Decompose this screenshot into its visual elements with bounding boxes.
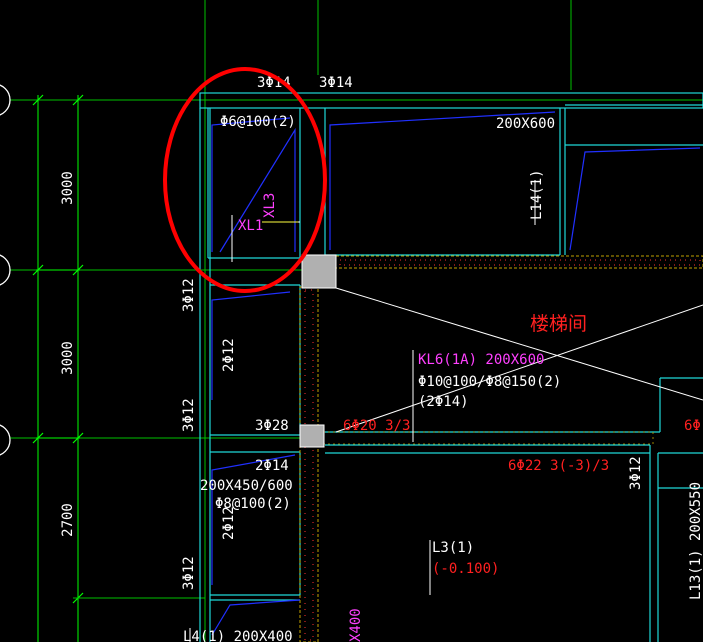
label-beam-size-left: 200X450/600 [200, 478, 293, 494]
column [301, 254, 337, 289]
cad-drawing: 3000 3000 2700 3Φ14 3Φ14 Φ6@100(2) XL1 X… [0, 0, 703, 642]
label-stair-room: 楼梯间 [530, 313, 587, 335]
axis-bubble [0, 254, 11, 286]
label-xl3: XL3 [262, 193, 278, 218]
slab-edge-dashed [299, 255, 703, 642]
label-kl6-top: (2Φ14) [418, 394, 469, 410]
label-kl6-stirrup: Φ10@100/Φ8@150(2) [418, 374, 561, 390]
dimension-text-1: 3000 [60, 171, 76, 205]
label-l14: L14(1) [529, 169, 545, 220]
axis-bubble [0, 424, 11, 456]
label-mid-rebar-lower: 2Φ12 [221, 506, 237, 540]
label-kl6: KL6(1A) 200X600 [418, 352, 544, 368]
label-left-rebar-upper: 3Φ12 [181, 278, 197, 312]
label-left-rebar-lower: 3Φ12 [181, 556, 197, 590]
label-6c20: 6Φ20 3/3 [343, 418, 410, 434]
label-l3: L3(1) [432, 540, 474, 556]
label-x400: X400 [348, 608, 364, 642]
label-l13: L13(1) 200X550 [688, 482, 703, 600]
label-xl1: XL1 [238, 218, 263, 234]
dimension-text-3: 2700 [60, 503, 76, 537]
label-3c28: 3Φ28 [255, 418, 289, 434]
label-2c14: 2Φ14 [255, 458, 289, 474]
label-l4: L4(1) 200X400 [183, 629, 293, 642]
label-xl1-stirrup: Φ6@100(2) [220, 114, 296, 130]
label-6c22: 6Φ22 3(-3)/3 [508, 458, 609, 474]
column [299, 424, 325, 448]
axis-bubble [0, 84, 11, 116]
label-right-rebar: 3Φ12 [628, 456, 644, 490]
label-mid-rebar-upper: 2Φ12 [221, 338, 237, 372]
label-left-rebar-middle: 3Φ12 [181, 398, 197, 432]
stair-diagonal [335, 304, 703, 433]
rebar-dots [304, 259, 701, 641]
label-l3-elev: (-0.100) [432, 561, 499, 577]
label-6c-partial: 6Φ [684, 418, 701, 434]
label-beam-size-top: 200X600 [496, 116, 555, 132]
label-top-rebar-right: 3Φ14 [319, 75, 353, 91]
dimension-text-2: 3000 [60, 341, 76, 375]
